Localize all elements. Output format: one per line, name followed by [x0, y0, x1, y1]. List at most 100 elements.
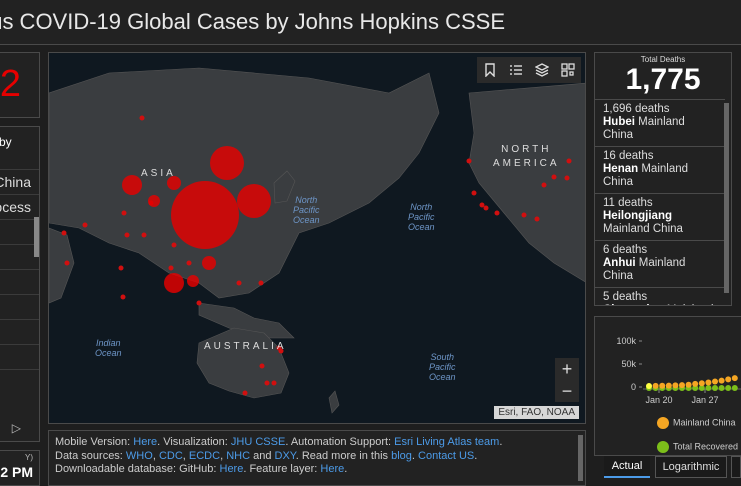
- who-link[interactable]: WHO: [126, 450, 153, 462]
- zoom-out-button[interactable]: −: [555, 380, 579, 402]
- info-text: Mobile Version:: [55, 436, 134, 448]
- death-count: 11 deaths: [603, 197, 653, 209]
- deaths-list-item[interactable]: 1,696 deaths Hubei Mainland China: [595, 99, 725, 146]
- mainland-point: [646, 383, 652, 389]
- info-line-3: Downloadable database: GitHub: Here. Fea…: [55, 463, 579, 477]
- legend-label: Total Recovered: [673, 441, 739, 452]
- legend-dot-recovered: [657, 441, 669, 453]
- cases-chart-panel: 100k 50k 0 Jan 20 Jan 27 Mainland China Tota…: [594, 316, 741, 456]
- info-text: .: [344, 463, 348, 475]
- mainland-point: [731, 375, 738, 382]
- deaths-list: 1,696 deaths Hubei Mainland China 16 death…: [595, 99, 725, 305]
- y-tick-label: 100k: [616, 336, 636, 346]
- recovered-point: [731, 385, 738, 391]
- map-view[interactable]: ASIA NORTH AMERICA AUSTRALIA North Pacif…: [48, 52, 586, 424]
- info-text: and: [250, 449, 275, 462]
- last-updated-time: 2 PM: [0, 464, 33, 480]
- deaths-list-item[interactable]: 6 deaths Anhui Mainland China: [595, 240, 725, 287]
- mainland-point: [679, 382, 685, 389]
- region-list-item[interactable]: [0, 344, 39, 370]
- death-province: Anhui: [603, 257, 636, 269]
- total-deaths-count: 1,775: [625, 63, 701, 96]
- blog-link[interactable]: blog: [391, 450, 412, 462]
- recovered-point: [705, 385, 712, 391]
- chevron-right-icon[interactable]: ▷: [12, 421, 21, 435]
- region-list-item[interactable]: [0, 369, 39, 395]
- mainland-point: [692, 380, 699, 387]
- legend-total-recovered[interactable]: Total Recovered: [657, 441, 738, 453]
- legend-mainland-china[interactable]: Mainland China: [657, 417, 736, 429]
- deaths-list-item[interactable]: 11 deaths Heilongjiang Mainland China: [595, 193, 725, 240]
- region-list-item[interactable]: [0, 294, 39, 320]
- info-scrollbar[interactable]: [578, 435, 583, 481]
- bookmark-icon[interactable]: [477, 57, 503, 83]
- region-scrollbar[interactable]: [34, 217, 39, 257]
- last-updated-label: Y): [25, 453, 33, 462]
- death-country: Mainland China: [603, 223, 683, 235]
- region-list-item-label: ocess: [0, 199, 31, 215]
- page-title: irus COVID-19 Global Cases by Johns Hopk…: [0, 9, 505, 34]
- death-province: Hubei: [603, 116, 635, 128]
- mainland-point: [665, 382, 672, 389]
- death-province: Henan: [603, 163, 639, 175]
- info-text: .: [499, 436, 503, 448]
- recovered-point: [725, 385, 732, 391]
- mainland-point: [705, 379, 712, 386]
- map-label-north-america: NORTH AMERICA: [493, 144, 560, 169]
- tab-logarithmic[interactable]: Logarithmic: [655, 456, 727, 478]
- total-deaths-panel: Total Deaths 1,775 1,696 deaths Hubei Mai…: [594, 52, 732, 306]
- info-text: Data sources:: [55, 449, 126, 462]
- region-list-item[interactable]: [0, 269, 39, 295]
- mobile-version-link[interactable]: Here: [133, 436, 157, 448]
- info-panel: Mobile Version: Here. Visualization: JHU…: [48, 430, 586, 486]
- map-attribution: Esri, FAO, NOAA: [494, 406, 579, 419]
- contact-us-link[interactable]: Contact US: [418, 450, 474, 462]
- jhu-csse-link[interactable]: JHU CSSE: [231, 436, 285, 448]
- info-line-1: Mobile Version: Here. Visualization: JHU…: [55, 436, 579, 450]
- cases-chart: 100k 50k 0 Jan 20 Jan 27: [616, 336, 741, 405]
- deaths-list-item[interactable]: 5 deathsChongqing Mainland China: [595, 287, 725, 305]
- esri-living-atlas-link[interactable]: Esri Living Atlas team: [394, 436, 499, 448]
- mainland-point: [712, 378, 718, 385]
- legend-dot-mainland: [657, 417, 669, 429]
- list-icon[interactable]: [503, 57, 529, 83]
- region-list-item[interactable]: [0, 319, 39, 345]
- cdc-link[interactable]: CDC: [159, 450, 183, 462]
- info-text: . Read more in this: [295, 449, 392, 462]
- map-label-australia: AUSTRALIA: [204, 341, 287, 352]
- info-text: .: [474, 449, 478, 462]
- layers-icon[interactable]: [529, 57, 555, 83]
- mainland-point: [718, 377, 725, 384]
- github-link[interactable]: Here: [220, 463, 244, 475]
- x-tick-label: Jan 20: [645, 395, 672, 405]
- tab-extra[interactable]: [731, 456, 741, 478]
- ecdc-link[interactable]: ECDC: [189, 450, 220, 462]
- mainland-point: [725, 376, 732, 383]
- death-province: Chongqing: [603, 304, 664, 305]
- mainland-point: [659, 382, 666, 389]
- feature-layer-link[interactable]: Here: [320, 463, 344, 475]
- zoom-in-button[interactable]: +: [555, 358, 579, 380]
- recovered-point: [712, 385, 718, 391]
- region-list-item[interactable]: China: [0, 169, 39, 195]
- confirmed-panel: 2: [0, 52, 40, 118]
- region-list-panel: by China ocess ▷: [0, 126, 40, 442]
- nhc-link[interactable]: NHC: [226, 450, 250, 462]
- world-map[interactable]: [49, 53, 586, 424]
- map-toolbar: [477, 57, 581, 83]
- deaths-list-item[interactable]: 16 deaths Henan Mainland China: [595, 146, 725, 193]
- region-list-item-label: China: [0, 174, 31, 190]
- qr-icon[interactable]: [555, 57, 581, 83]
- y-tick-label: 0: [631, 382, 636, 392]
- mainland-point: [698, 380, 705, 387]
- recovered-point: [718, 385, 725, 391]
- death-count: 5 deaths: [603, 291, 648, 303]
- confirmed-count: 2: [0, 63, 21, 105]
- region-list-header: by: [0, 135, 12, 149]
- last-updated-panel: Y) 2 PM: [0, 450, 40, 486]
- dxy-link[interactable]: DXY: [275, 450, 296, 462]
- deaths-scrollbar[interactable]: [724, 103, 729, 293]
- mainland-point: [685, 381, 692, 388]
- map-label-indian-ocean: Indian Ocean: [95, 338, 122, 358]
- tab-actual[interactable]: Actual: [604, 456, 650, 478]
